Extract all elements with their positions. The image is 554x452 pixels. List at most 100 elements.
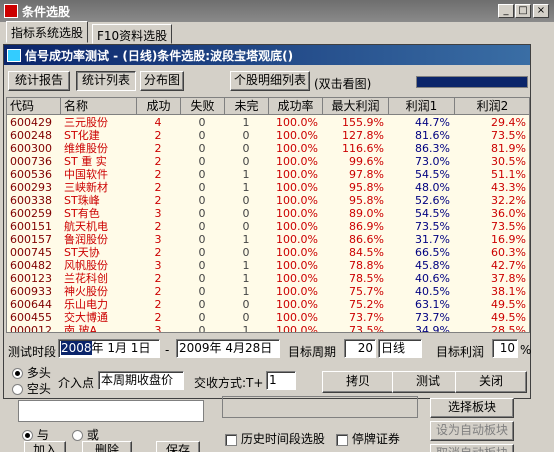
table-cell: 0 [242, 129, 250, 142]
table-cell: 0 [198, 285, 206, 298]
table-row[interactable]: 000736 ST 重 实 2 0 0 100.0% 99.6% 73.0% 30.5% [7, 155, 529, 169]
column-header[interactable]: 未完 [225, 98, 269, 115]
table-cell: 45.8% [415, 259, 450, 272]
maximize-button[interactable]: □ [515, 4, 531, 18]
set-auto-block-button[interactable]: 设为自动板块 [430, 421, 514, 441]
trade-mode-input[interactable]: 1 [266, 371, 296, 390]
table-cell: 73.5% [415, 220, 450, 233]
table-row[interactable]: 600248 ST化建 2 0 0 100.0% 127.8% 81.6% 73.5% [7, 129, 529, 143]
table-cell: 0 [242, 298, 250, 311]
table-cell: ST天协 [64, 246, 100, 259]
table-row[interactable]: 600933 神火股份 2 0 1 100.0% 75.7% 40.5% 38.1% [7, 285, 529, 299]
column-header[interactable]: 失败 [181, 98, 225, 115]
table-cell: 100.0% [276, 207, 318, 220]
table-cell: 40.6% [415, 272, 450, 285]
table-cell: 4 [154, 116, 162, 129]
results-table[interactable]: 代码 名称 成功 失败 未完 成功率 最大利润 利润1 利润2 600429 三元股份 4 0 1 100… [6, 97, 530, 333]
delete-button[interactable]: 删除 [82, 441, 132, 452]
table-cell: 0 [198, 168, 206, 181]
options-box [222, 396, 418, 418]
distribution-button[interactable]: 分布图 [140, 71, 184, 91]
table-cell: 86.3% [415, 142, 450, 155]
table-row[interactable]: 600455 交大博通 2 0 0 100.0% 73.7% 73.7% 49.5% [7, 311, 529, 325]
short-radio[interactable]: 空头 [12, 380, 51, 397]
table-cell: 73.7% [349, 311, 384, 324]
table-cell: 维维股份 [64, 142, 108, 155]
long-radio[interactable]: 多头 [12, 364, 51, 381]
table-row[interactable]: 600151 航天机电 2 0 0 100.0% 86.9% 73.5% 73.5% [7, 220, 529, 234]
table-cell: 600248 [10, 129, 52, 142]
trade-mode-label: 交收方式:T+ [194, 376, 264, 390]
table-cell: 1 [242, 272, 250, 285]
stats-report-button[interactable]: 统计报告 [8, 71, 70, 91]
cancel-auto-block-button[interactable]: 取消自动板块 [430, 444, 514, 452]
save-button[interactable]: 保存 [156, 441, 200, 452]
start-date-field[interactable]: 2008年 1月 1日 [58, 339, 160, 358]
tab-f10-screening[interactable]: F10资料选股 [92, 24, 173, 44]
table-row[interactable]: 600536 中国软件 2 0 1 100.0% 97.8% 54.5% 51.1% [7, 168, 529, 182]
stock-detail-button[interactable]: 个股明细列表 [230, 71, 310, 91]
table-cell: 99.6% [349, 155, 384, 168]
column-header[interactable]: 代码 [7, 98, 61, 115]
table-cell: 3 [154, 324, 162, 333]
test-button[interactable]: 测试 [392, 371, 464, 393]
column-header[interactable]: 名称 [61, 98, 137, 115]
target-profit-input[interactable]: 10 [492, 339, 518, 358]
add-button[interactable]: 加入 [24, 441, 66, 452]
column-header[interactable]: 最大利润 [323, 98, 389, 115]
table-cell: 2 [154, 168, 162, 181]
table-cell: 2 [154, 129, 162, 142]
close-button[interactable]: × [533, 4, 549, 18]
stats-list-button[interactable]: 统计列表 [76, 71, 136, 91]
table-cell: ST珠峰 [64, 194, 100, 207]
target-period-input[interactable]: 20 [344, 339, 376, 358]
period-unit-select[interactable]: 日线 [378, 339, 422, 358]
copy-button[interactable]: 拷贝 [322, 371, 394, 393]
dialog-title: 信号成功率测试 - (日线)条件选股:波段宝塔观底() [25, 48, 294, 63]
suspended-checkbox[interactable]: 停牌证券 [336, 430, 400, 447]
table-row[interactable]: 600644 乐山电力 2 0 0 100.0% 75.2% 63.1% 49.5% [7, 298, 529, 312]
column-header[interactable]: 利润2 [455, 98, 529, 115]
table-row[interactable]: 000745 ST天协 2 0 0 100.0% 84.5% 66.5% 60.3% [7, 246, 529, 260]
table-cell: 75.2% [349, 298, 384, 311]
table-row[interactable]: 600482 风帆股份 3 0 1 100.0% 78.8% 45.8% 42.7% [7, 259, 529, 273]
table-row[interactable]: 000012 南 玻A 3 0 1 100.0% 73.5% 34.9% 28.5% [7, 324, 529, 333]
table-cell: 81.9% [491, 142, 526, 155]
table-cell: 2 [154, 220, 162, 233]
table-cell: 40.5% [415, 285, 450, 298]
table-cell: 34.9% [415, 324, 450, 333]
table-row[interactable]: 600123 兰花科创 2 0 1 100.0% 78.5% 40.6% 37.8% [7, 272, 529, 286]
table-cell: 600157 [10, 233, 52, 246]
close-dialog-button[interactable]: 关闭 [455, 371, 527, 393]
entry-point-select[interactable]: 本周期收盘价 [98, 371, 184, 390]
select-block-button[interactable]: 选择板块 [430, 398, 514, 418]
table-cell: 600293 [10, 181, 52, 194]
table-cell: 75.7% [349, 285, 384, 298]
table-row[interactable]: 600338 ST珠峰 2 0 0 100.0% 95.8% 52.6% 32.2% [7, 194, 529, 208]
table-cell: 0 [198, 272, 206, 285]
table-cell: 三元股份 [64, 116, 108, 129]
table-row[interactable]: 600157 鲁润股份 3 0 1 100.0% 86.6% 31.7% 16.9% [7, 233, 529, 247]
table-cell: 100.0% [276, 259, 318, 272]
table-cell: 0 [198, 220, 206, 233]
column-header[interactable]: 成功 [137, 98, 181, 115]
column-header[interactable]: 成功率 [269, 98, 323, 115]
table-cell: 28.5% [491, 324, 526, 333]
table-row[interactable]: 600429 三元股份 4 0 1 100.0% 155.9% 44.7% 29.4% [7, 116, 529, 130]
table-cell: 100.0% [276, 220, 318, 233]
table-cell: 0 [198, 259, 206, 272]
minimize-button[interactable]: _ [498, 4, 514, 18]
condition-list[interactable] [18, 400, 204, 422]
table-row[interactable]: 600259 ST有色 3 0 0 100.0% 89.0% 54.5% 36.0% [7, 207, 529, 221]
table-cell: 95.8% [349, 181, 384, 194]
table-cell: 2 [154, 246, 162, 259]
table-row[interactable]: 600300 维维股份 2 0 0 100.0% 116.6% 86.3% 81.9% [7, 142, 529, 156]
history-checkbox[interactable]: 历史时间段选股 [225, 430, 325, 447]
end-date-field[interactable]: 2009年 4月28日 [176, 339, 280, 358]
window-title: 条件选股 [22, 4, 71, 19]
table-cell: 73.5% [491, 129, 526, 142]
table-cell: 0 [198, 142, 206, 155]
column-header[interactable]: 利润1 [389, 98, 455, 115]
tab-indicator-screening[interactable]: 指标系统选股 [6, 21, 89, 43]
table-row[interactable]: 600293 三峡新材 2 0 1 100.0% 95.8% 48.0% 43.3% [7, 181, 529, 195]
